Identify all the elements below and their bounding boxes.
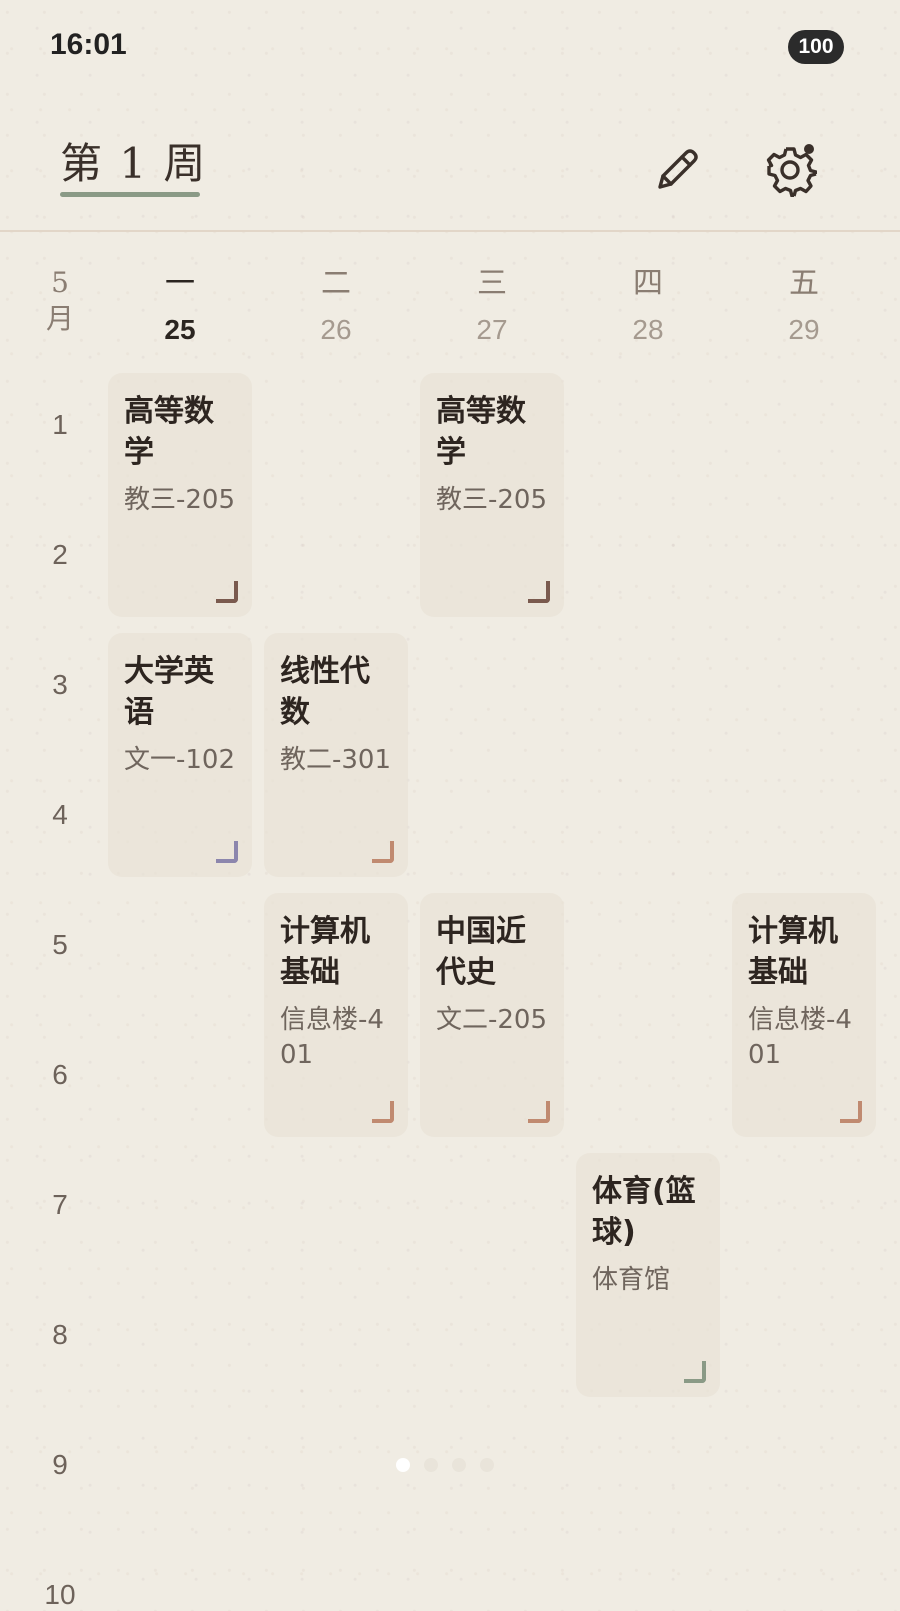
course-room: 体育馆: [592, 1265, 671, 1295]
corner-mark-icon: [216, 841, 238, 863]
period-number: 10: [44, 1579, 76, 1610]
period-number: 9: [52, 1449, 68, 1480]
period-number: 3: [52, 669, 68, 700]
page-dot[interactable]: [480, 1458, 494, 1472]
course-room: 信息楼-401: [748, 1005, 852, 1070]
period-number: 2: [52, 539, 68, 570]
corner-mark-icon: [216, 581, 238, 603]
period-number: 1: [52, 409, 68, 440]
weekday-name: 四: [633, 266, 663, 301]
corner-mark-icon: [684, 1361, 706, 1383]
course-room: 教三-205: [436, 485, 548, 515]
status-bar: 16:01 100: [0, 0, 900, 100]
pencil-icon: [658, 149, 698, 189]
course-room: 文二-205: [436, 1005, 548, 1035]
month-number: 5: [51, 266, 69, 299]
weekday-name: 五: [789, 266, 819, 301]
page-indicator: [396, 1458, 494, 1472]
course-card[interactable]: 线性代数教二-301: [264, 633, 408, 877]
page-dot[interactable]: [452, 1458, 466, 1472]
weekday-name: 三: [477, 266, 507, 301]
day-header-1: 一 25: [102, 258, 258, 346]
course-card[interactable]: 体育(篮球) 体育馆: [576, 1153, 720, 1397]
course-card[interactable]: 计算机基础信息楼-401: [732, 893, 876, 1137]
week-selector[interactable]: 第 1 周: [60, 130, 207, 191]
day-date: 25: [164, 314, 196, 345]
header-divider: [0, 230, 900, 232]
day-date: 28: [632, 314, 664, 345]
course-card[interactable]: 大学英语文一-102: [108, 633, 252, 877]
course-room: 教三-205: [124, 485, 236, 515]
course-name: 高等数学: [124, 394, 214, 470]
day-header-5: 五 29: [726, 258, 882, 346]
course-room: 教二-301: [280, 745, 392, 775]
day-date: 27: [476, 314, 508, 345]
period-number: 8: [52, 1319, 68, 1350]
period-number: 5: [52, 929, 68, 960]
month-label: 5 月: [42, 265, 78, 337]
weekday-name: 二: [321, 266, 351, 301]
course-card[interactable]: 高等数学教三-205: [420, 373, 564, 617]
course-room: 信息楼-401: [280, 1005, 384, 1070]
course-name: 中国近代史: [436, 914, 526, 990]
period-number: 7: [52, 1189, 68, 1220]
day-date: 26: [320, 314, 352, 345]
week-underline: [60, 192, 200, 197]
corner-mark-icon: [372, 1101, 394, 1123]
header: 第 1 周: [0, 110, 900, 230]
page-dot[interactable]: [396, 1458, 410, 1472]
day-header-3: 三 27: [414, 258, 570, 346]
course-name: 线性代数: [280, 654, 370, 730]
course-name: 体育(篮球): [592, 1174, 696, 1250]
course-card[interactable]: 计算机基础信息楼-401: [264, 893, 408, 1137]
status-time: 16:01: [50, 28, 127, 61]
weekday-name: 一: [165, 266, 195, 301]
day-header-2: 二 26: [258, 258, 414, 346]
course-card[interactable]: 中国近代史文二-205: [420, 893, 564, 1137]
course-card[interactable]: 高等数学教三-205: [108, 373, 252, 617]
day-header-4: 四 28: [570, 258, 726, 346]
period-number: 4: [52, 799, 68, 830]
corner-mark-icon: [372, 841, 394, 863]
settings-button[interactable]: [758, 138, 822, 202]
period-number: 6: [52, 1059, 68, 1090]
notification-dot: [804, 144, 814, 154]
course-name: 大学英语: [124, 654, 214, 730]
battery-indicator: 100: [788, 30, 844, 64]
corner-mark-icon: [528, 1101, 550, 1123]
course-room: 文一-102: [124, 745, 236, 775]
page-dot[interactable]: [424, 1458, 438, 1472]
month-unit: 月: [45, 302, 74, 335]
edit-button[interactable]: [645, 138, 709, 202]
course-name: 高等数学: [436, 394, 526, 470]
course-name: 计算机基础: [280, 914, 370, 990]
corner-mark-icon: [840, 1101, 862, 1123]
corner-mark-icon: [528, 581, 550, 603]
course-name: 计算机基础: [748, 914, 838, 990]
day-date: 29: [788, 314, 820, 345]
